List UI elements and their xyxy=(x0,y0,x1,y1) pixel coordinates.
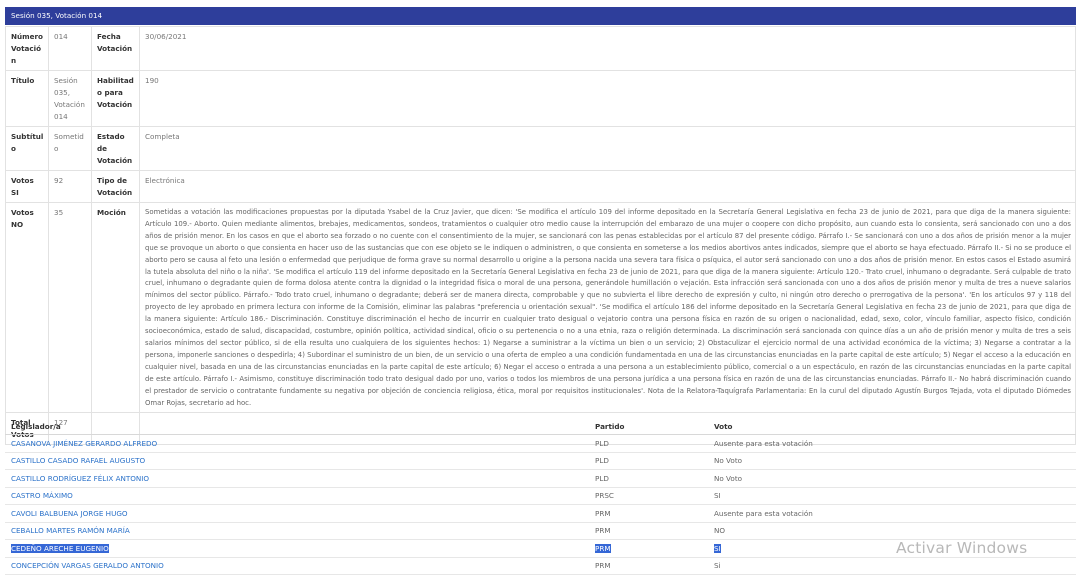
vote-cell: SI xyxy=(714,543,721,553)
numero-votacion-label: Número Votación xyxy=(5,26,49,71)
estado-votacion-value: Completa xyxy=(139,126,1076,171)
subtitulo-value: Sometido xyxy=(48,126,92,171)
detail-row: Número Votación 014 Fecha Votación 30/06… xyxy=(5,26,1076,71)
subtitulo-label: Subtítulo xyxy=(5,126,49,171)
numero-votacion-value: 014 xyxy=(48,26,92,71)
tipo-votacion-label: Tipo de Votación xyxy=(91,170,140,203)
mocion-text: Sometidas a votación las modificaciones … xyxy=(139,201,1076,414)
votos-si-value: 92 xyxy=(48,170,92,203)
detail-row: Título Sesión 035, Votación 014 Habilita… xyxy=(5,70,1076,127)
legislator-link[interactable]: CAVOLI BALBUENA JORGE HUGO xyxy=(11,509,128,518)
legislator-link[interactable]: CASTILLO RODRÍGUEZ FÉLIX ANTONIO xyxy=(11,474,149,483)
vote-details-table: Número Votación 014 Fecha Votación 30/06… xyxy=(5,26,1076,446)
legislator-link[interactable]: CASTRO MÁXIMO xyxy=(11,491,73,500)
habilitado-value: 190 xyxy=(139,70,1076,127)
estado-votacion-label: Estado de Votación xyxy=(91,126,140,171)
fecha-votacion-label: Fecha Votación xyxy=(91,26,140,71)
party-cell: PRM xyxy=(589,504,708,523)
party-cell: PRSC xyxy=(589,487,708,505)
detail-row: Votos SI 92 Tipo de Votación Electrónica xyxy=(5,170,1076,203)
party-cell: PRM xyxy=(589,557,708,575)
legislator-link[interactable]: CASANOVA JIMÉNEZ GERARDO ALFREDO xyxy=(11,439,157,448)
party-cell: PRM xyxy=(595,543,611,553)
titulo-label: Título xyxy=(5,70,49,127)
selected-text: CEDEÑO ARECHE EUGENIO xyxy=(11,543,109,553)
titulo-value: Sesión 035, Votación 014 xyxy=(48,70,92,127)
column-header-partido: Partido xyxy=(589,419,708,435)
table-row: CASTILLO RODRÍGUEZ FÉLIX ANTONIO PLD No … xyxy=(5,469,1076,488)
windows-activation-watermark: Activar Windows xyxy=(896,539,1028,557)
detail-row: Votos NO 35 Moción Sometidas a votación … xyxy=(5,201,1076,414)
table-row: CONCEPCIÓN VARGAS GERALDO ANTONIO PRM Si xyxy=(5,557,1076,575)
vote-cell: Ausente para esta votación xyxy=(708,504,1076,523)
table-row: CAVOLI BALBUENA JORGE HUGO PRM Ausente p… xyxy=(5,504,1076,523)
party-cell: PRM xyxy=(589,522,708,540)
votos-si-label: Votos SI xyxy=(5,170,49,203)
votos-no-label: Votos NO xyxy=(5,201,49,414)
session-title: Sesión 035, Votación 014 xyxy=(11,11,103,20)
legislator-link[interactable]: CEDEÑO ARECHE EUGENIO xyxy=(11,543,109,553)
table-row: CASTILLO CASADO RAFAEL AUGUSTO PLD No Vo… xyxy=(5,452,1076,470)
column-header-legislador: Legislador/a xyxy=(5,419,589,435)
vote-cell: No Voto xyxy=(708,469,1076,488)
table-row: CASANOVA JIMÉNEZ GERARDO ALFREDO PLD Aus… xyxy=(5,434,1076,453)
table-row: CASTRO MÁXIMO PRSC SI xyxy=(5,487,1076,505)
detail-row: Subtítulo Sometido Estado de Votación Co… xyxy=(5,126,1076,171)
vote-cell: No Voto xyxy=(708,452,1076,470)
vote-cell: NO xyxy=(708,522,1076,540)
column-header-voto: Voto xyxy=(708,419,1076,435)
party-cell: PLD xyxy=(589,452,708,470)
habilitado-label: Habilitado para Votación xyxy=(91,70,140,127)
table-row: CEBALLO MARTES RAMÓN MARÍA PRM NO xyxy=(5,522,1076,540)
vote-cell: Ausente para esta votación xyxy=(708,434,1076,453)
legislator-link[interactable]: CONCEPCIÓN VARGAS GERALDO ANTONIO xyxy=(11,561,164,570)
vote-cell: SI xyxy=(708,487,1076,505)
legislator-link[interactable]: CEBALLO MARTES RAMÓN MARÍA xyxy=(11,526,130,535)
session-header: Sesión 035, Votación 014 xyxy=(5,7,1076,25)
vote-cell: Si xyxy=(708,557,1076,575)
party-cell: PLD xyxy=(589,434,708,453)
party-cell: PLD xyxy=(589,469,708,488)
legislator-link[interactable]: CASTILLO CASADO RAFAEL AUGUSTO xyxy=(11,456,145,465)
fecha-votacion-value: 30/06/2021 xyxy=(139,26,1076,71)
tipo-votacion-value: Electrónica xyxy=(139,170,1076,203)
votos-no-value: 35 xyxy=(48,201,92,414)
mocion-label: Moción xyxy=(91,201,140,414)
votes-header-row: Legislador/a Partido Voto xyxy=(5,419,1076,435)
